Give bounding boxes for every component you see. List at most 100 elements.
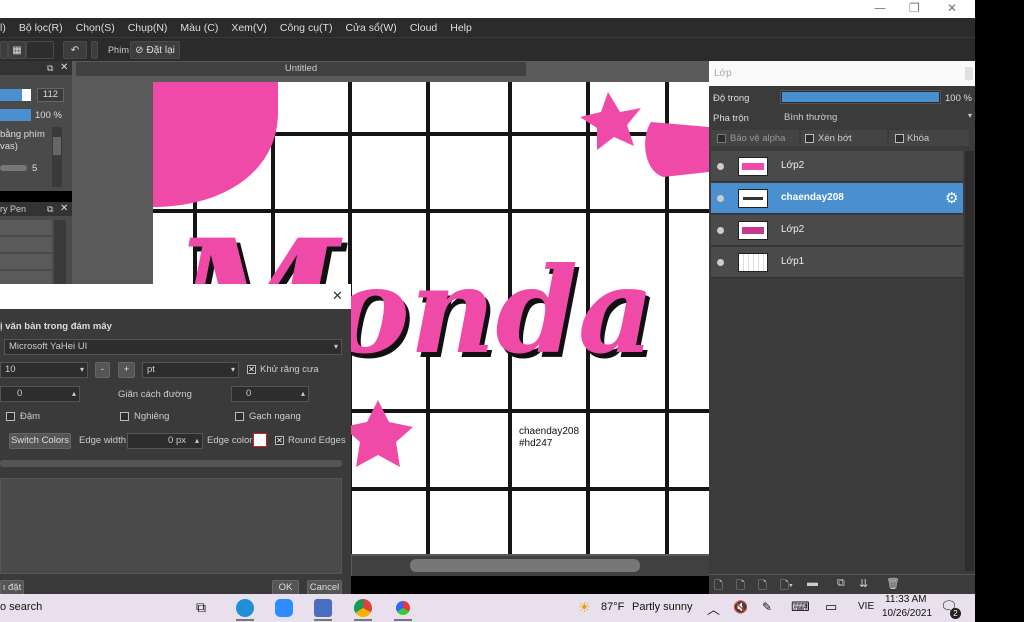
- chrome-icon[interactable]: [354, 599, 372, 617]
- clock-date[interactable]: 10/26/2021: [882, 608, 932, 619]
- toolbar-field[interactable]: [26, 41, 54, 59]
- toolbar-separator: [91, 41, 98, 59]
- switch-colors-button[interactable]: Switch Colors: [9, 433, 71, 449]
- grid-icon[interactable]: ▦: [8, 41, 26, 59]
- display-icon[interactable]: ▭: [825, 599, 837, 615]
- panel-handle[interactable]: [965, 67, 973, 80]
- dialog-divider-slider[interactable]: [0, 460, 342, 467]
- undo-icon[interactable]: ↶: [63, 41, 87, 59]
- menu-item-filter[interactable]: Bộ lọc(R): [19, 22, 63, 34]
- duplicate-layer-icon[interactable]: ⧉: [837, 577, 845, 590]
- chevron-up-icon[interactable]: ︿: [707, 599, 720, 618]
- language-indicator[interactable]: VIE: [858, 601, 874, 612]
- letter-spacing-stepper[interactable]: 0 ▴: [0, 386, 80, 402]
- toolbar-button-partial[interactable]: [0, 41, 8, 59]
- protect-alpha-toggle[interactable]: Bảo vệ alpha: [711, 130, 799, 146]
- visibility-icon[interactable]: [717, 227, 724, 234]
- colorful-app-icon[interactable]: [396, 601, 410, 615]
- setting-slider[interactable]: [0, 165, 27, 171]
- text-input-area[interactable]: [0, 478, 342, 574]
- canvas-horizontal-scrollbar[interactable]: [352, 556, 709, 576]
- layer-row[interactable]: Lớp2: [711, 151, 963, 182]
- scrollbar-thumb[interactable]: [53, 137, 61, 155]
- weather-icon[interactable]: ☀: [578, 599, 591, 616]
- clock-time[interactable]: 11:33 AM: [885, 594, 927, 605]
- speaker-muted-icon[interactable]: 🔇: [733, 600, 748, 614]
- lock-checkbox[interactable]: [895, 134, 904, 143]
- layer-panel: Lớp Độ trong 100 % Pha trộn Bình thường …: [709, 61, 975, 594]
- close-icon[interactable]: ✕: [60, 203, 68, 214]
- strikethrough-checkbox[interactable]: [235, 412, 244, 421]
- weather-text[interactable]: Partly sunny: [632, 601, 693, 613]
- size-slider[interactable]: [0, 89, 31, 101]
- layer-list-scrollbar[interactable]: [965, 151, 974, 571]
- increase-size-button[interactable]: +: [118, 362, 135, 378]
- bold-checkbox[interactable]: [6, 412, 15, 421]
- close-icon[interactable]: ✕: [332, 288, 343, 304]
- zoom-app-icon[interactable]: [275, 599, 293, 617]
- blend-mode-select[interactable]: Bình thường ▾: [780, 110, 975, 125]
- layer-name: Lớp2: [781, 224, 805, 235]
- unit-select[interactable]: pt ▾: [142, 362, 239, 378]
- font-size-select[interactable]: 10 ▾: [0, 362, 88, 378]
- merge-layer-icon[interactable]: ⇊: [859, 577, 868, 590]
- visibility-icon[interactable]: [717, 259, 724, 266]
- panel-scrollbar[interactable]: [52, 127, 62, 187]
- edge-color-swatch[interactable]: [253, 433, 267, 447]
- italic-checkbox[interactable]: [120, 412, 129, 421]
- trash-icon[interactable]: 🗑: [886, 577, 900, 590]
- search-box[interactable]: o search: [0, 601, 42, 613]
- minimize-icon[interactable]: —: [874, 1, 886, 15]
- close-icon[interactable]: ✕: [947, 1, 957, 15]
- visibility-icon[interactable]: [717, 163, 724, 170]
- close-icon[interactable]: ✕: [60, 62, 68, 73]
- menu-item-cloud[interactable]: Cloud: [410, 22, 437, 34]
- document-tab[interactable]: Untitled: [76, 62, 526, 76]
- font-select[interactable]: Microsoft YaHei UI ▾: [4, 339, 342, 355]
- brush-list-scrollbar[interactable]: [54, 220, 66, 290]
- restore-icon[interactable]: ❐: [909, 1, 920, 15]
- menu-item-select[interactable]: Chọn(S): [76, 22, 115, 34]
- folder-icon[interactable]: ▬: [807, 577, 818, 589]
- edge-width-stepper[interactable]: 0 px ▴: [127, 433, 203, 449]
- popout-icon[interactable]: ⧉: [47, 63, 53, 74]
- clip-checkbox[interactable]: [805, 134, 814, 143]
- menu-item-color[interactable]: Màu (C): [180, 22, 218, 34]
- layer-row[interactable]: Lớp2: [711, 215, 963, 246]
- antialias-checkbox[interactable]: ✕: [247, 365, 256, 374]
- popout-icon[interactable]: ⧉: [47, 204, 53, 215]
- size-slider-thumb[interactable]: [22, 89, 31, 101]
- protect-alpha-checkbox[interactable]: [717, 134, 726, 143]
- reset-button[interactable]: ⊘ Đặt lại: [130, 41, 180, 59]
- weather-temp[interactable]: 87°F: [601, 601, 624, 613]
- paint-app-icon[interactable]: [314, 599, 332, 617]
- round-edges-checkbox[interactable]: ✕: [275, 436, 284, 445]
- toolbar: ▦ ↶ Phím ⊘ Đặt lại: [0, 37, 975, 61]
- edge-browser-icon[interactable]: [236, 599, 254, 617]
- layer-row-selected[interactable]: chaenday208 ⚙: [711, 183, 963, 214]
- dialog-titlebar: ✕: [0, 284, 351, 309]
- gear-icon[interactable]: ⚙: [945, 189, 958, 207]
- clip-toggle[interactable]: Xén bớt: [801, 130, 887, 146]
- menu-item-capture[interactable]: Chụp(N): [128, 22, 168, 34]
- layer-opacity-slider[interactable]: [780, 90, 941, 104]
- chevron-down-icon: ▾: [230, 365, 235, 374]
- keyboard-icon[interactable]: ⌨: [791, 599, 810, 615]
- menu-item-view[interactable]: Xem(V): [231, 22, 267, 34]
- opacity-slider[interactable]: [0, 109, 31, 121]
- menu-item-help[interactable]: Help: [450, 22, 472, 34]
- scrollbar-thumb[interactable]: [410, 559, 640, 572]
- task-view-icon[interactable]: ⧉: [196, 599, 206, 616]
- lock-toggle[interactable]: Khóa: [889, 130, 969, 146]
- strikethrough-label: Gạch ngang: [249, 411, 301, 422]
- visibility-icon[interactable]: [717, 195, 724, 202]
- decrease-size-button[interactable]: -: [95, 362, 110, 378]
- menu-item-layer[interactable]: l): [0, 22, 6, 34]
- layer-row[interactable]: Lớp1: [711, 247, 963, 278]
- menu-item-window[interactable]: Cửa sổ(W): [345, 22, 396, 34]
- brush-list[interactable]: [0, 220, 52, 290]
- line-spacing-stepper[interactable]: 0 ▴: [231, 386, 309, 402]
- size-value[interactable]: 112: [37, 88, 64, 102]
- menu-item-tools[interactable]: Công cụ(T): [280, 22, 333, 34]
- pen-icon[interactable]: ✎: [762, 600, 772, 614]
